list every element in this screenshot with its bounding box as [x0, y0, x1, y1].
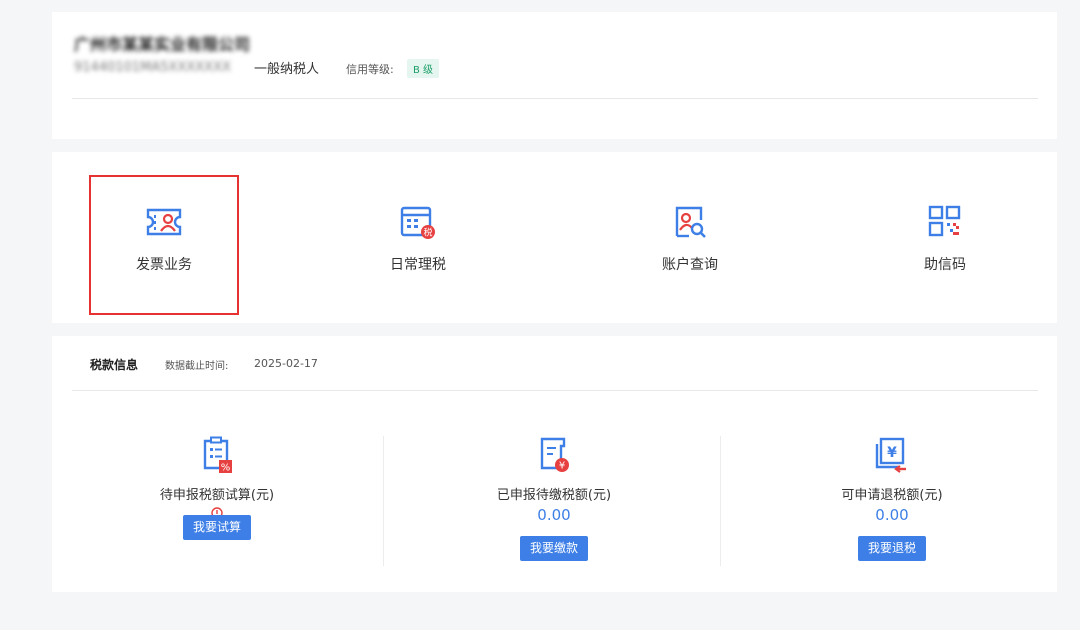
- qr-code-icon: [928, 205, 961, 237]
- tax-info-title: 税款信息: [90, 358, 139, 372]
- tax-info-divider: [72, 390, 1038, 391]
- refundable-tax-value: 0.00: [875, 506, 909, 524]
- tax-column-refund: ¥ 可申请退税额(元) 0.00 我要退税: [727, 436, 1057, 568]
- service-qr-code[interactable]: 助信码: [871, 176, 1019, 314]
- pay-button[interactable]: 我要缴款: [519, 536, 588, 561]
- service-label: 账户查询: [662, 257, 718, 273]
- credit-grade-badge: B 级: [407, 59, 440, 78]
- unpaid-tax-label: 已申报待缴税额(元): [496, 488, 612, 503]
- services-card: 发票业务 税 日常理税 账户查询 助信码: [52, 152, 1057, 323]
- svg-text:%: %: [221, 463, 231, 474]
- unpaid-tax-value: 0.00: [537, 506, 571, 524]
- clipboard-percent-icon: %: [203, 436, 232, 474]
- tax-column-pending: % 待申报税额试算(元) 我要试算: [52, 436, 382, 568]
- account-search-icon: [675, 206, 706, 238]
- column-divider: [720, 436, 721, 566]
- data-cutoff-label: 数据截止时间:: [165, 361, 229, 372]
- header-divider: [72, 98, 1038, 99]
- service-label: 发票业务: [136, 257, 192, 273]
- service-invoice[interactable]: 发票业务: [89, 175, 239, 315]
- warning-icon: [210, 503, 224, 519]
- service-label: 助信码: [924, 257, 966, 273]
- refund-button[interactable]: 我要退税: [857, 536, 926, 561]
- data-cutoff-date: 2025-02-17: [254, 357, 318, 370]
- refund-yuan-icon: ¥: [875, 437, 906, 473]
- taxpayer-type: 一般纳税人: [254, 62, 320, 77]
- svg-text:税: 税: [423, 227, 432, 239]
- company-name: 广州市某某实业有限公司: [74, 35, 251, 54]
- svg-text:¥: ¥: [559, 461, 565, 472]
- document-yuan-icon: ¥: [540, 437, 569, 472]
- refundable-tax-label: 可申请退税额(元): [841, 488, 943, 503]
- tax-calendar-icon: 税: [400, 206, 435, 239]
- company-tax-id: 91440101MA5XXXXXXX: [74, 60, 231, 75]
- tax-info-card: 税款信息 数据截止时间: 2025-02-17 % 待申报税额试算(元) 我要试…: [52, 336, 1057, 592]
- credit-level-label: 信用等级:: [346, 63, 394, 76]
- service-daily-tax[interactable]: 税 日常理税: [344, 176, 492, 314]
- company-info-card: 广州市某某实业有限公司 91440101MA5XXXXXXX 一般纳税人 信用等…: [52, 12, 1057, 139]
- pending-tax-label: 待申报税额试算(元): [159, 488, 275, 503]
- column-divider: [383, 436, 384, 566]
- service-label: 日常理税: [390, 257, 446, 273]
- svg-text:¥: ¥: [887, 445, 897, 461]
- tax-column-unpaid: ¥ 已申报待缴税额(元) 0.00 我要缴款: [389, 436, 719, 568]
- trial-calc-button[interactable]: 我要试算: [182, 515, 251, 540]
- invoice-icon: [146, 208, 182, 236]
- service-account-query[interactable]: 账户查询: [616, 176, 764, 314]
